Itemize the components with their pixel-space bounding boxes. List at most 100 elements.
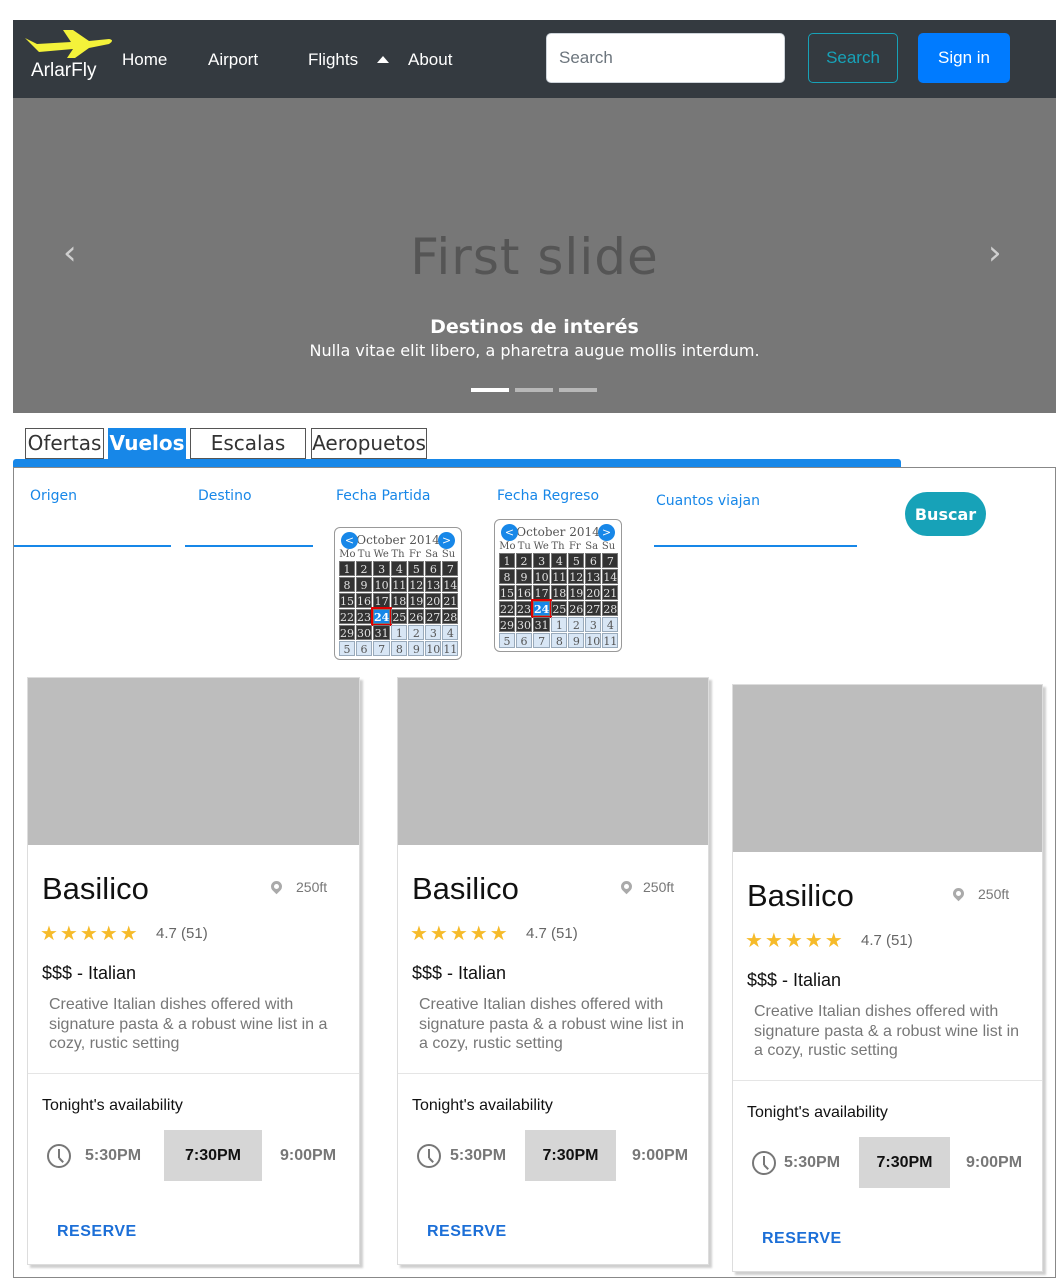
carousel-indicator[interactable]: [515, 388, 553, 392]
calendar-day[interactable]: 18: [551, 585, 568, 600]
search-button[interactable]: Search: [808, 33, 898, 83]
brand-name[interactable]: ArlarFly: [31, 60, 96, 82]
time-slot-button[interactable]: 9:00PM: [280, 1147, 336, 1165]
fecha-partida-calendar[interactable]: < October 2014 > Mo Tu We Th Fr Sa Su 12…: [334, 527, 462, 660]
calendar-day[interactable]: 21: [442, 593, 459, 608]
calendar-day[interactable]: 22: [339, 609, 355, 624]
calendar-day[interactable]: 25: [391, 609, 408, 624]
calendar-day[interactable]: 9: [516, 569, 532, 584]
calendar-day[interactable]: 8: [391, 641, 408, 656]
calendar-day[interactable]: 1: [391, 625, 408, 640]
cuantos-viajan-input[interactable]: [654, 545, 857, 547]
calendar-day[interactable]: 2: [356, 561, 372, 576]
calendar-day[interactable]: 29: [499, 617, 515, 632]
reserve-button[interactable]: RESERVE: [427, 1223, 507, 1241]
calendar-day[interactable]: 29: [339, 625, 355, 640]
tab-aeropuetos[interactable]: Aeropuetos: [311, 428, 427, 459]
calendar-day[interactable]: 1: [499, 553, 515, 568]
calendar-day[interactable]: 12: [568, 569, 585, 584]
calendar-prev-icon[interactable]: <: [501, 524, 518, 541]
calendar-day[interactable]: 2: [408, 625, 425, 640]
calendar-day[interactable]: 31: [533, 617, 551, 632]
carousel-indicator[interactable]: [559, 388, 597, 392]
time-slot-button[interactable]: 5:30PM: [85, 1147, 141, 1165]
calendar-day[interactable]: 22: [499, 601, 515, 616]
calendar-day[interactable]: 14: [602, 569, 619, 584]
tab-vuelos[interactable]: Vuelos: [108, 428, 186, 459]
fecha-regreso-calendar[interactable]: < October 2014 > Mo Tu We Th Fr Sa Su 12…: [494, 519, 622, 652]
calendar-next-icon[interactable]: >: [438, 532, 455, 549]
calendar-day[interactable]: 2: [568, 617, 585, 632]
calendar-day[interactable]: 17: [533, 585, 551, 600]
carousel-next-icon[interactable]: ›: [988, 233, 1002, 273]
calendar-day[interactable]: 9: [568, 633, 585, 648]
calendar-day[interactable]: 26: [408, 609, 425, 624]
calendar-day[interactable]: 4: [442, 625, 459, 640]
calendar-day[interactable]: 9: [408, 641, 425, 656]
time-slot-button-selected[interactable]: 7:30PM: [525, 1130, 616, 1181]
search-input[interactable]: [546, 33, 785, 83]
calendar-day[interactable]: 3: [585, 617, 602, 632]
calendar-day[interactable]: 19: [408, 593, 425, 608]
calendar-day[interactable]: 7: [373, 641, 391, 656]
calendar-day[interactable]: 8: [499, 569, 515, 584]
time-slot-button-selected[interactable]: 7:30PM: [164, 1130, 262, 1181]
calendar-day[interactable]: 8: [551, 633, 568, 648]
calendar-day[interactable]: 13: [585, 569, 602, 584]
nav-flights-link[interactable]: Flights: [308, 50, 358, 70]
calendar-day[interactable]: 17: [373, 593, 391, 608]
calendar-day[interactable]: 14: [442, 577, 459, 592]
time-slot-button[interactable]: 9:00PM: [632, 1147, 688, 1165]
calendar-day[interactable]: 7: [533, 633, 551, 648]
calendar-day[interactable]: 31: [373, 625, 391, 640]
calendar-prev-icon[interactable]: <: [341, 532, 358, 549]
calendar-day[interactable]: 5: [408, 561, 425, 576]
calendar-day[interactable]: 6: [356, 641, 372, 656]
time-slot-button[interactable]: 5:30PM: [450, 1147, 506, 1165]
calendar-day[interactable]: 8: [339, 577, 355, 592]
calendar-day[interactable]: 16: [516, 585, 532, 600]
calendar-day[interactable]: 11: [391, 577, 408, 592]
calendar-day[interactable]: 23: [356, 609, 372, 624]
calendar-day[interactable]: 25: [551, 601, 568, 616]
calendar-day[interactable]: 15: [499, 585, 515, 600]
time-slot-button-selected[interactable]: 7:30PM: [859, 1137, 950, 1188]
calendar-day[interactable]: 18: [391, 593, 408, 608]
calendar-day[interactable]: 28: [442, 609, 459, 624]
calendar-day[interactable]: 28: [602, 601, 619, 616]
calendar-day[interactable]: 4: [551, 553, 568, 568]
calendar-day[interactable]: 11: [442, 641, 459, 656]
calendar-day[interactable]: 26: [568, 601, 585, 616]
calendar-day[interactable]: 4: [602, 617, 619, 632]
calendar-day[interactable]: 12: [408, 577, 425, 592]
calendar-day[interactable]: 15: [339, 593, 355, 608]
calendar-day[interactable]: 21: [602, 585, 619, 600]
calendar-day[interactable]: 20: [425, 593, 442, 608]
origen-input[interactable]: [14, 545, 171, 547]
time-slot-button[interactable]: 9:00PM: [966, 1154, 1022, 1172]
calendar-day[interactable]: 7: [602, 553, 619, 568]
calendar-day[interactable]: 10: [533, 569, 551, 584]
calendar-day[interactable]: 27: [585, 601, 602, 616]
tab-ofertas[interactable]: Ofertas: [25, 428, 104, 459]
calendar-day[interactable]: 24: [370, 607, 393, 626]
nav-about-link[interactable]: About: [408, 50, 452, 70]
calendar-day[interactable]: 19: [568, 585, 585, 600]
airplane-icon[interactable]: [23, 28, 115, 62]
calendar-day[interactable]: 11: [602, 633, 619, 648]
calendar-day[interactable]: 6: [516, 633, 532, 648]
calendar-day[interactable]: 20: [585, 585, 602, 600]
calendar-day[interactable]: 3: [533, 553, 551, 568]
reserve-button[interactable]: RESERVE: [762, 1230, 842, 1248]
calendar-day[interactable]: 9: [356, 577, 372, 592]
calendar-day[interactable]: 27: [425, 609, 442, 624]
calendar-day[interactable]: 3: [425, 625, 442, 640]
calendar-day[interactable]: 23: [516, 601, 532, 616]
tab-escalas[interactable]: Escalas: [190, 428, 306, 459]
calendar-day[interactable]: 10: [425, 641, 442, 656]
calendar-day[interactable]: 5: [499, 633, 515, 648]
calendar-day[interactable]: 30: [356, 625, 372, 640]
calendar-day[interactable]: 10: [373, 577, 391, 592]
calendar-day[interactable]: 2: [516, 553, 532, 568]
calendar-day[interactable]: 7: [442, 561, 459, 576]
